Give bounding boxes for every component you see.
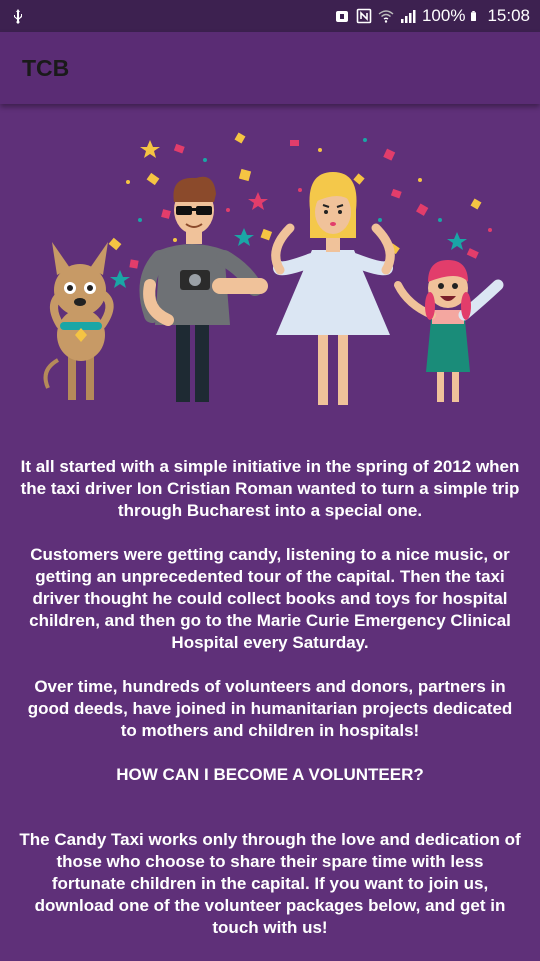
hero-illustration	[43, 132, 504, 405]
app-bar: TCB	[0, 32, 540, 104]
kid-illustration	[394, 260, 504, 402]
signal-icon	[400, 10, 416, 23]
alarm-icon	[335, 11, 348, 22]
main-content: It all started with a simple initiative …	[18, 456, 522, 961]
battery-percentage: 100%	[421, 6, 466, 25]
customers-paragraph: Customers were getting candy, listening …	[29, 545, 511, 652]
join-paragraph: The Candy Taxi works only through the lo…	[19, 830, 521, 937]
volunteer-heading: HOW CAN I BECOME A VOLUNTEER?	[116, 765, 424, 784]
woman-illustration	[271, 172, 395, 405]
volunteers-paragraph: Over time, hundreds of volunteers and do…	[27, 677, 513, 740]
wifi-icon	[378, 10, 394, 23]
intro-paragraph: It all started with a simple initiative …	[20, 457, 520, 520]
nfc-icon	[356, 8, 372, 24]
status-left	[10, 8, 26, 24]
status-right: 100% 15:08	[334, 6, 530, 26]
dog-illustration	[43, 242, 114, 400]
battery-icon	[471, 11, 477, 21]
clock: 15:08	[487, 6, 530, 25]
usb-icon	[14, 9, 22, 24]
app-title: TCB	[22, 54, 70, 81]
status-bar: 100% 15:08	[0, 0, 540, 32]
